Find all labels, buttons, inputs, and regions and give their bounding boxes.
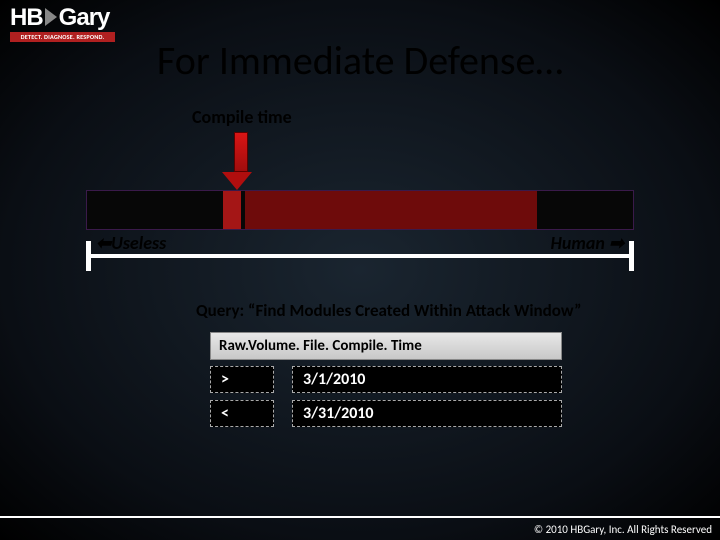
logo-hb: HB <box>10 4 43 31</box>
query-value: 3/31/2010 <box>292 400 562 427</box>
axis-label-right: Human ➡ <box>551 232 624 254</box>
query-label: Query: “Find Modules Created Within Atta… <box>196 300 581 321</box>
page-title: For Immediate Defense… <box>0 36 720 85</box>
timeline-bar <box>86 190 634 230</box>
compile-time-marker <box>223 191 241 229</box>
play-icon <box>45 8 57 26</box>
query-row: > 3/1/2010 <box>210 366 562 393</box>
timeline-axis <box>86 254 634 258</box>
copyright-text: © 2010 HBGary, Inc. All Rights Reserved <box>534 523 712 536</box>
query-operator: < <box>210 400 274 427</box>
axis-tick-left <box>86 241 91 271</box>
footer-divider <box>0 516 720 518</box>
query-value: 3/1/2010 <box>292 366 562 393</box>
axis-label-left: ⬅Useless <box>96 232 166 254</box>
arrow-down-icon <box>230 132 252 190</box>
axis-line <box>86 254 634 258</box>
query-row: < 3/31/2010 <box>210 400 562 427</box>
logo-gary: Gary <box>59 4 110 31</box>
logo-main: HB Gary <box>10 6 140 30</box>
axis-tick-right <box>629 241 634 271</box>
query-operator: > <box>210 366 274 393</box>
query-field-header: Raw.Volume. File. Compile. Time <box>210 332 562 360</box>
compile-time-label: Compile time <box>192 106 292 128</box>
attack-window-region <box>245 191 537 229</box>
